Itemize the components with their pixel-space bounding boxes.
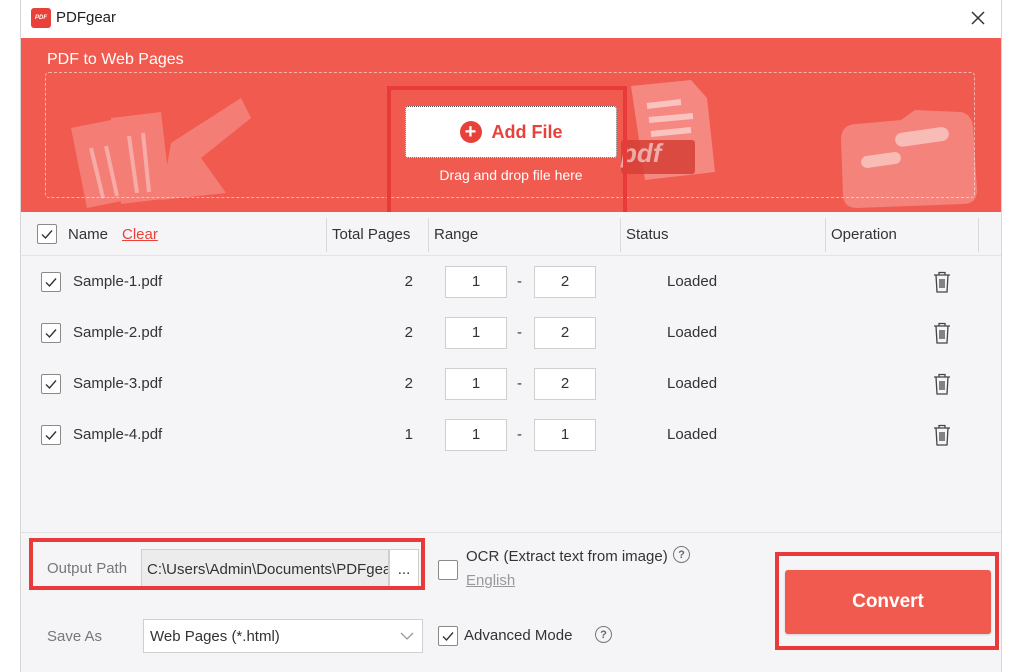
advanced-mode-label: Advanced Mode [464,627,573,644]
total-pages-value: 2 [404,273,413,290]
browse-button[interactable]: ... [389,549,419,589]
table-row: Sample-2.pdf 2 1 - 2 Loaded [21,307,1001,358]
row-checkbox[interactable] [41,424,61,445]
close-icon [971,11,985,25]
app-window: PDF PDFgear PDF to Web Pages pdf + Add F… [20,0,1002,672]
tool-title: PDF to Web Pages [47,51,184,68]
status-text: Loaded [667,375,718,392]
delete-button[interactable] [931,321,953,345]
file-list: Sample-1.pdf 2 1 - 2 Loaded Sample-2.pdf… [21,256,1001,532]
plus-circle-icon: + [459,121,482,143]
delete-button[interactable] [931,372,953,396]
header-name-label: Name [68,225,109,243]
ocr-label: OCR (Extract text from image) [466,548,668,565]
checkmark-icon [45,328,57,338]
save-as-label: Save As [47,628,103,645]
range-to-input[interactable]: 2 [534,265,596,298]
header-operation: Operation [831,225,897,243]
total-pages-value: 1 [404,426,413,443]
column-divider [326,218,327,252]
ocr-language-link[interactable]: English [466,572,515,589]
range-from-input[interactable]: 1 [445,265,507,298]
range-from-input[interactable]: 1 [445,316,507,349]
status-text: Loaded [667,273,718,290]
ocr-checkbox[interactable] [438,560,458,580]
output-path-label: Output Path [47,560,128,577]
advanced-mode-checkbox[interactable] [438,626,458,646]
trash-icon [934,322,950,344]
range-separator: - [517,273,522,290]
range-to-input[interactable]: 1 [534,418,596,451]
save-as-value: Web Pages (*.html) [150,627,280,645]
close-button[interactable] [967,7,989,29]
convert-button[interactable]: Convert [785,570,991,634]
row-checkbox[interactable] [41,373,61,394]
add-file-label: Add File [491,121,563,142]
row-checkbox[interactable] [41,322,61,343]
range-from-input[interactable]: 1 [445,418,507,451]
delete-button[interactable] [931,270,953,294]
checkmark-icon [45,379,57,389]
file-name: Sample-4.pdf [73,426,163,443]
total-pages-value: 2 [404,324,413,341]
checkmark-icon [41,230,53,240]
table-row: Sample-4.pdf 1 1 - 1 Loaded [21,409,1001,460]
clear-link[interactable]: Clear [122,226,158,243]
table-row: Sample-1.pdf 2 1 - 2 Loaded [21,256,1001,307]
checkmark-icon [45,277,57,287]
title-bar: PDF PDFgear [21,0,1001,38]
total-pages-value: 2 [404,375,413,392]
output-path-input[interactable]: C:\Users\Admin\Documents\PDFgear [141,549,389,589]
table-row: Sample-3.pdf 2 1 - 2 Loaded [21,358,1001,409]
header-total-pages: Total Pages [332,225,411,243]
file-name: Sample-3.pdf [73,375,163,392]
range-to-input[interactable]: 2 [534,316,596,349]
column-divider [428,218,429,252]
range-from-input[interactable]: 1 [445,367,507,400]
trash-icon [934,424,950,446]
range-separator: - [517,375,522,392]
column-divider [620,218,621,252]
checkmark-icon [442,632,454,642]
delete-button[interactable] [931,423,953,447]
checkmark-icon [45,430,57,440]
header-name: Name Clear [68,212,158,256]
ocr-help-icon[interactable]: ? [673,546,690,563]
status-text: Loaded [667,324,718,341]
desktop-background-left [0,0,20,672]
trash-icon [934,271,950,293]
file-name: Sample-1.pdf [73,273,163,290]
chevron-down-icon [400,632,414,640]
conversion-settings: Output Path C:\Users\Admin\Documents\PDF… [21,532,1001,672]
select-all-cell [37,212,57,256]
desktop-background-right [1002,0,1024,672]
file-table-header: Name Clear Total Pages Range Status Oper… [21,212,1001,256]
header-range: Range [434,225,479,243]
drag-drop-hint: Drag and drop file here [439,167,583,183]
range-to-input[interactable]: 2 [534,367,596,400]
range-separator: - [517,426,522,443]
column-divider [825,218,826,252]
column-divider [978,218,979,252]
add-file-button[interactable]: + Add File [405,106,617,158]
file-name: Sample-2.pdf [73,324,163,341]
add-file-panel: PDF to Web Pages pdf + Add File Drag and… [21,38,1001,212]
window-title: PDFgear [56,9,117,26]
trash-icon [934,373,950,395]
advanced-mode-help-icon[interactable]: ? [595,626,612,643]
save-as-select[interactable]: Web Pages (*.html) [143,619,423,653]
status-text: Loaded [667,426,718,443]
select-all-checkbox[interactable] [37,224,57,244]
pdfgear-logo-icon: PDF [31,8,51,28]
header-status: Status [626,225,669,243]
row-checkbox[interactable] [41,271,61,292]
range-separator: - [517,324,522,341]
